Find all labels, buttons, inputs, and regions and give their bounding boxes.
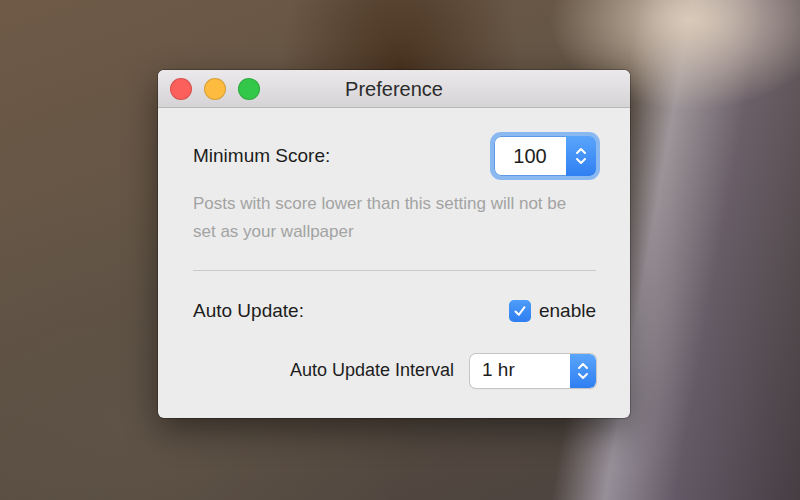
close-button[interactable]: [170, 78, 192, 100]
auto-update-checkbox[interactable]: [509, 300, 531, 322]
separator: [193, 270, 596, 271]
popup-arrows-icon: [576, 360, 590, 382]
minimum-score-stepper[interactable]: 100: [494, 136, 596, 176]
title-bar: Preference: [158, 70, 630, 108]
auto-update-interval-label: Auto Update Interval: [290, 357, 454, 384]
desktop-wallpaper: Preference Minimum Score: 100 Posts with sc…: [0, 0, 800, 500]
stepper-arrows[interactable]: [566, 136, 596, 176]
auto-update-checkbox-label[interactable]: enable: [539, 297, 596, 326]
window-title: Preference: [345, 74, 443, 104]
window-controls: [158, 78, 345, 100]
preference-window: Preference Minimum Score: 100 Posts with sc…: [158, 70, 630, 418]
auto-update-label: Auto Update:: [193, 297, 304, 326]
minimum-score-row: Minimum Score: 100: [193, 136, 596, 176]
checkmark-icon: [513, 304, 527, 318]
auto-update-interval-row: Auto Update Interval 1 hr: [193, 354, 596, 388]
auto-update-interval-popup[interactable]: 1 hr: [470, 354, 596, 388]
auto-update-row: Auto Update: enable: [193, 297, 596, 326]
minimum-score-hint: Posts with score lower than this setting…: [193, 190, 593, 246]
preference-content: Minimum Score: 100 Posts with score lower …: [158, 108, 630, 418]
minimum-score-label: Minimum Score:: [193, 142, 330, 171]
minimum-score-value[interactable]: 100: [494, 136, 566, 176]
minimize-button[interactable]: [204, 78, 226, 100]
stepper-arrows-icon: [574, 145, 588, 167]
popup-arrows[interactable]: [570, 354, 596, 388]
auto-update-checkbox-group[interactable]: enable: [509, 297, 596, 326]
zoom-button[interactable]: [238, 78, 260, 100]
auto-update-interval-value[interactable]: 1 hr: [470, 354, 570, 388]
